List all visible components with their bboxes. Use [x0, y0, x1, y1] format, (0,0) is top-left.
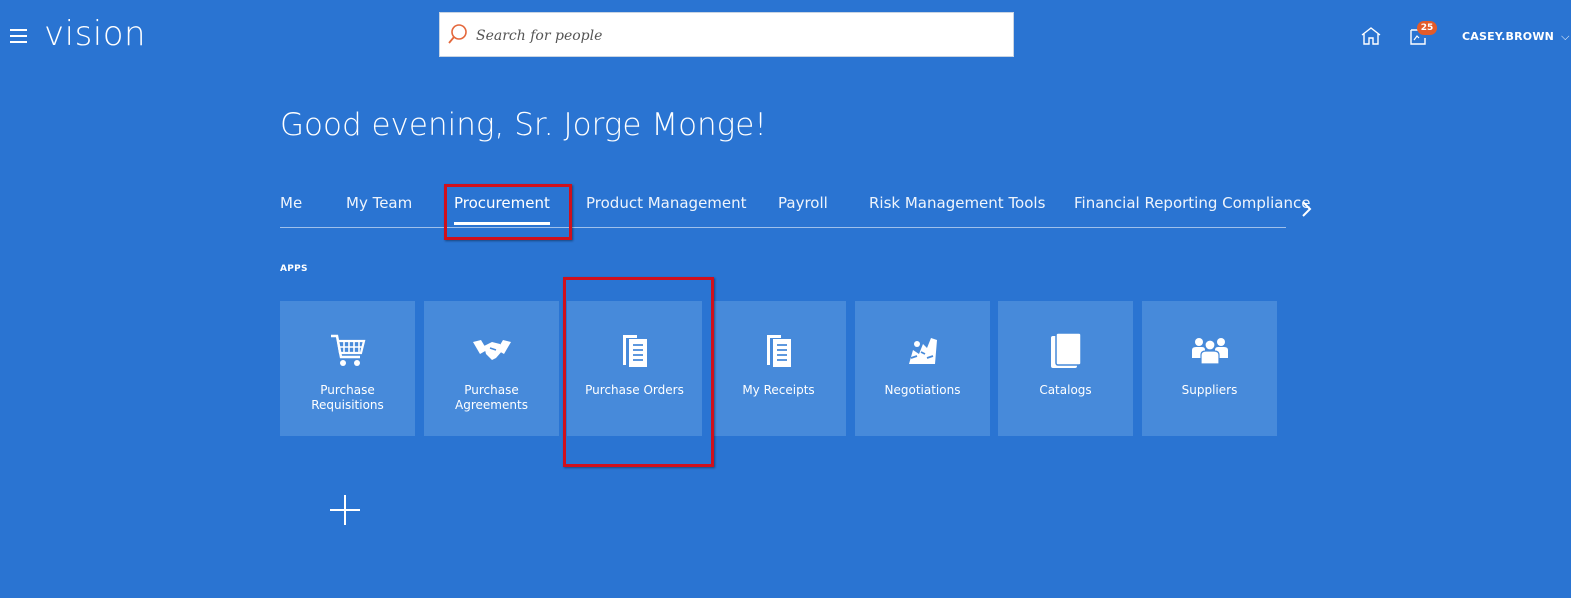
app-tile-label: Purchase Orders: [585, 383, 684, 397]
user-name: CASEY.BROWN: [1462, 30, 1555, 43]
app-tile-label: My Receipts: [742, 383, 815, 397]
springboard-tabs: Me My Team Procurement Product Managemen…: [280, 194, 1310, 228]
search-icon: [448, 24, 467, 44]
shopping-cart-icon: [330, 334, 365, 366]
greeting: Good evening, Sr. Jorge Monge!: [280, 107, 767, 143]
add-app-button[interactable]: [328, 493, 362, 527]
chevron-down-icon: ⌵: [1561, 30, 1570, 43]
user-menu[interactable]: CASEY.BROWN ⌵: [1462, 30, 1570, 44]
app-tile-purchase-requisitions[interactable]: Purchase Requisitions: [280, 301, 415, 436]
tab-me[interactable]: Me: [280, 194, 302, 212]
menu-icon[interactable]: [10, 29, 27, 43]
search-bar[interactable]: [439, 12, 1014, 58]
app-tile-negotiations[interactable]: Negotiations: [855, 301, 990, 436]
tab-my-team[interactable]: My Team: [346, 194, 412, 212]
app-tile-my-receipts[interactable]: My Receipts: [711, 301, 846, 436]
app-tile-label: Suppliers: [1181, 383, 1238, 397]
app-logo[interactable]: vision: [44, 14, 146, 54]
suppliers-icon: [1191, 338, 1228, 365]
app-tile-suppliers[interactable]: Suppliers: [1142, 301, 1277, 436]
handshake-icon: [472, 340, 511, 360]
documents-icon: [622, 335, 647, 367]
notification-badge: 25: [1417, 21, 1437, 35]
negotiations-icon: [908, 338, 937, 364]
apps-section-label: APPS: [280, 264, 308, 274]
tab-risk-management-tools[interactable]: Risk Management Tools: [869, 194, 1045, 212]
app-tile-catalogs[interactable]: Catalogs: [998, 301, 1133, 436]
catalogs-icon: [1050, 332, 1082, 368]
tab-product-management[interactable]: Product Management: [586, 194, 747, 212]
app-tile-label: Catalogs: [1039, 383, 1092, 397]
home-icon[interactable]: [1360, 26, 1382, 46]
tab-payroll[interactable]: Payroll: [778, 194, 828, 212]
app-tile-label: Purchase Requisitions: [311, 383, 384, 412]
app-tile-purchase-orders[interactable]: Purchase Orders: [567, 301, 702, 436]
search-input[interactable]: [474, 13, 998, 58]
tab-procurement[interactable]: Procurement: [454, 194, 550, 225]
receipts-icon: [766, 335, 791, 367]
chevron-right-icon[interactable]: [1298, 198, 1316, 220]
tab-financial-reporting-compliance[interactable]: Financial Reporting Compliance: [1074, 194, 1310, 212]
app-tile-label: Purchase Agreements: [455, 383, 528, 412]
app-tile-label: Negotiations: [884, 383, 961, 397]
app-tile-purchase-agreements[interactable]: Purchase Agreements: [424, 301, 559, 436]
